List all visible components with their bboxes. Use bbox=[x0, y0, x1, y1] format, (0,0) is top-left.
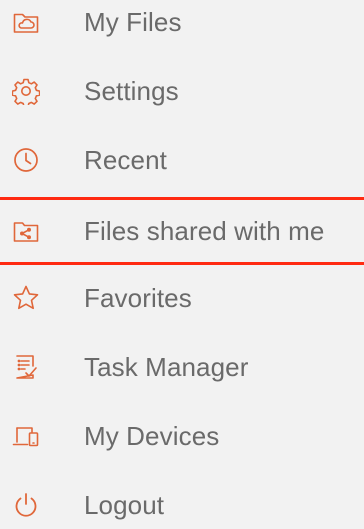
menu-item-label: Favorites bbox=[84, 283, 192, 313]
menu-item-label: Logout bbox=[84, 490, 165, 520]
power-icon bbox=[12, 491, 40, 519]
menu-item-label: Recent bbox=[84, 145, 167, 175]
devices-icon bbox=[12, 422, 40, 450]
menu-item-favorites[interactable]: Favorites bbox=[0, 270, 364, 326]
menu-item-logout[interactable]: Logout bbox=[0, 477, 364, 529]
menu-item-label: My Devices bbox=[84, 421, 220, 451]
gear-icon bbox=[12, 77, 40, 105]
shared-folder-icon bbox=[12, 217, 40, 245]
menu-item-label: My Files bbox=[84, 7, 182, 37]
menu-item-task-manager[interactable]: Task Manager bbox=[0, 339, 364, 395]
menu-item-my-devices[interactable]: My Devices bbox=[0, 408, 364, 464]
task-list-icon bbox=[12, 353, 40, 381]
star-icon bbox=[12, 284, 40, 312]
menu-item-label: Files shared with me bbox=[84, 216, 325, 246]
menu-item-label: Settings bbox=[84, 76, 179, 106]
menu-item-recent[interactable]: Recent bbox=[0, 132, 364, 188]
side-menu: My Files Settings Recent Files shared wi… bbox=[0, 0, 364, 529]
menu-item-my-files[interactable]: My Files bbox=[0, 0, 364, 50]
menu-item-label: Task Manager bbox=[84, 352, 249, 382]
menu-item-settings[interactable]: Settings bbox=[0, 63, 364, 119]
folder-cloud-icon bbox=[12, 8, 40, 36]
clock-icon bbox=[12, 146, 40, 174]
menu-item-files-shared-with-me[interactable]: Files shared with me bbox=[0, 197, 364, 265]
